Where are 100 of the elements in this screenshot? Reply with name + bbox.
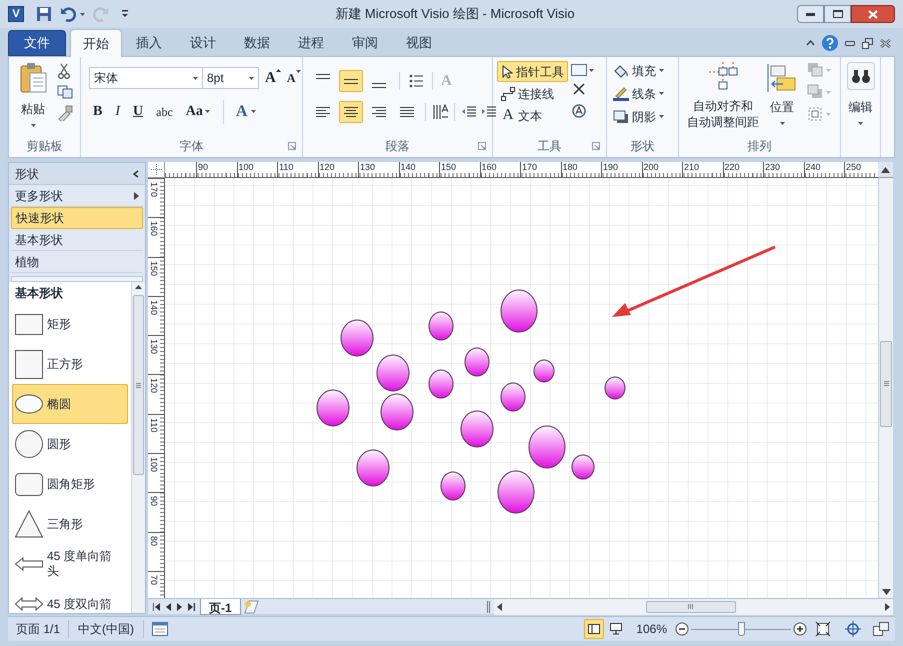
- increase-indent-icon[interactable]: [481, 104, 497, 118]
- splitter-icon[interactable]: [486, 600, 490, 612]
- scrollbar[interactable]: [131, 282, 145, 613]
- ellipse-shape[interactable]: [500, 382, 526, 412]
- collapse-ribbon-icon[interactable]: [806, 40, 815, 46]
- shape-format-button[interactable]: 阴影: [613, 107, 664, 126]
- ellipse-shape[interactable]: [356, 450, 390, 486]
- stencil-item[interactable]: 基本形状: [11, 229, 143, 251]
- text-direction-icon[interactable]: [432, 102, 448, 120]
- scroll-down-icon[interactable]: [882, 589, 890, 595]
- stencil-item[interactable]: 植物: [11, 251, 143, 273]
- zoom-in-icon[interactable]: [793, 622, 807, 636]
- tool-button[interactable]: A 文本: [497, 105, 568, 126]
- ellipse-shape[interactable]: [464, 348, 490, 376]
- file-tab[interactable]: 文件: [8, 30, 66, 56]
- minimize-document-icon[interactable]: [845, 40, 855, 46]
- scrollbar[interactable]: [878, 178, 893, 598]
- first-page-icon[interactable]: [153, 602, 160, 610]
- ribbon-tab[interactable]: 开始: [70, 29, 122, 57]
- insert-page-icon[interactable]: [242, 600, 259, 614]
- ribbon-tab[interactable]: 插入: [122, 30, 176, 56]
- zoom-out-icon[interactable]: [675, 622, 689, 636]
- close-icon[interactable]: [573, 83, 585, 95]
- tool-button[interactable]: 连接线: [497, 83, 568, 104]
- align-middle-button[interactable]: [339, 70, 363, 92]
- scrollbar-thumb[interactable]: [880, 340, 892, 426]
- strikethrough-button[interactable]: abc: [156, 102, 173, 120]
- font-size-dropdown[interactable]: 8pt: [203, 67, 259, 90]
- maximize-button[interactable]: [824, 5, 851, 23]
- undo-icon[interactable]: [60, 6, 76, 22]
- dialog-launcher-icon[interactable]: [592, 142, 600, 150]
- caret-icon[interactable]: [80, 12, 85, 16]
- zoom-slider-thumb[interactable]: [738, 622, 744, 636]
- shape-master[interactable]: 正方形: [12, 344, 128, 384]
- copy-icon[interactable]: [57, 85, 73, 99]
- bullets-icon[interactable]: [408, 73, 424, 90]
- font-color-button[interactable]: A: [222, 100, 256, 124]
- ribbon-tab[interactable]: 数据: [230, 30, 284, 56]
- edit-button[interactable]: 编辑: [845, 60, 876, 157]
- ellipse-shape[interactable]: [528, 426, 566, 468]
- scroll-up-icon[interactable]: [881, 166, 890, 172]
- font-name-dropdown[interactable]: 宋体: [89, 67, 203, 90]
- ellipse-shape[interactable]: [428, 370, 454, 398]
- group-icon[interactable]: [807, 106, 831, 122]
- shape-format-button[interactable]: 填充: [613, 61, 664, 80]
- scroll-right-icon[interactable]: [885, 602, 890, 610]
- underline-button[interactable]: U: [133, 101, 144, 122]
- restore-document-icon[interactable]: [862, 38, 873, 48]
- decrease-indent-icon[interactable]: [461, 104, 477, 118]
- scrollbar[interactable]: [494, 598, 893, 614]
- shape-master[interactable]: 45 度双向箭: [12, 584, 128, 613]
- ellipse-shape[interactable]: [428, 312, 454, 340]
- pan-zoom-icon[interactable]: [845, 621, 861, 637]
- rectangle-tool-button[interactable]: [571, 64, 594, 76]
- presentation-icon[interactable]: [152, 622, 168, 636]
- scroll-up-icon[interactable]: [135, 285, 142, 289]
- previous-page-icon[interactable]: [166, 602, 171, 610]
- ribbon-tab[interactable]: 设计: [176, 30, 230, 56]
- save-icon[interactable]: [36, 6, 52, 22]
- shape-format-button[interactable]: 线条: [613, 84, 664, 103]
- stencil-item[interactable]: 快速形状: [11, 207, 143, 229]
- cut-icon[interactable]: [57, 63, 71, 79]
- help-icon[interactable]: [822, 35, 838, 51]
- ellipse-shape[interactable]: [340, 320, 374, 356]
- change-case-button[interactable]: Aa: [186, 101, 210, 122]
- format-painter-icon[interactable]: [57, 105, 73, 121]
- auto-align-button[interactable]: 自动对齐和 自动调整间距: [683, 60, 763, 135]
- align-center-button[interactable]: [339, 100, 363, 122]
- ellipse-shape[interactable]: [572, 454, 594, 480]
- ellipse-shape[interactable]: [500, 290, 538, 332]
- grow-font-button[interactable]: A: [265, 67, 281, 90]
- tool-button[interactable]: 指针工具: [497, 61, 568, 82]
- ellipse-shape[interactable]: [440, 472, 466, 500]
- scroll-left-icon[interactable]: [496, 602, 502, 610]
- ellipse-shape[interactable]: [460, 410, 494, 448]
- paste-button[interactable]: 粘贴: [13, 60, 53, 135]
- close-button[interactable]: [851, 5, 895, 23]
- italic-button[interactable]: I: [115, 101, 120, 122]
- page-tab[interactable]: 页-1: [200, 598, 241, 614]
- fit-page-icon[interactable]: [815, 621, 831, 637]
- switch-windows-icon[interactable]: [873, 622, 889, 636]
- shape-master[interactable]: 圆形: [12, 424, 128, 464]
- shape-master[interactable]: 三角形: [12, 504, 128, 544]
- last-page-icon[interactable]: [188, 602, 195, 610]
- ruler-origin[interactable]: [148, 162, 165, 178]
- ellipse-shape[interactable]: [498, 470, 534, 514]
- ribbon-tab[interactable]: 审阅: [338, 30, 392, 56]
- ellipse-shape[interactable]: [316, 390, 350, 426]
- ellipse-shape[interactable]: [380, 394, 414, 430]
- ribbon-tab[interactable]: 进程: [284, 30, 338, 56]
- shape-master[interactable]: 45 度单向箭头: [12, 544, 128, 584]
- shape-master[interactable]: 圆角矩形: [12, 464, 128, 504]
- ellipse-shape[interactable]: [604, 376, 626, 400]
- minimize-button[interactable]: [797, 5, 824, 23]
- shrink-font-button[interactable]: A: [286, 69, 301, 88]
- shape-master[interactable]: 椭圆: [12, 384, 128, 424]
- dialog-launcher-icon[interactable]: [288, 142, 296, 150]
- rotate-text-icon[interactable]: [571, 102, 587, 118]
- dialog-launcher-icon[interactable]: [478, 142, 486, 150]
- ellipse-shape[interactable]: [534, 360, 554, 382]
